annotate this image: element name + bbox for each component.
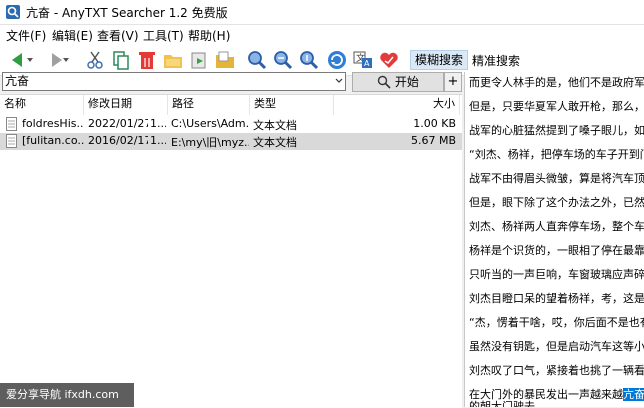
preview-line: 而更令人林手的是，他们不是政府军，甚 — [469, 76, 644, 89]
preview-line: 只听当的一声巨响，车窗玻璃应声碎成了 — [469, 268, 644, 281]
search-app-icon — [6, 5, 20, 19]
folder-open-icon[interactable] — [214, 49, 236, 71]
watermark: 爱分享导航 ifxdh.com — [0, 383, 134, 407]
zoom-in-icon[interactable] — [272, 49, 294, 71]
text-file-icon — [6, 134, 17, 148]
column-header-date[interactable]: 修改日期 — [84, 95, 168, 115]
preview-line: 刘杰目瞪口呆的望着杨祥，考，这是路虎 — [469, 292, 644, 305]
back-dropdown-icon[interactable] — [24, 49, 36, 71]
magnifier-icon — [377, 75, 391, 89]
column-header-path[interactable]: 路径 — [168, 95, 250, 115]
column-header-type[interactable]: 类型 — [250, 95, 334, 115]
column-header-name[interactable]: 名称 — [0, 95, 84, 115]
start-button-label: 开始 — [394, 75, 419, 89]
window-title: 亢奋 - AnyTXT Searcher 1.2 免费版 — [26, 6, 228, 20]
zoom-out-icon[interactable] — [298, 49, 320, 71]
column-header-size[interactable]: 大小 — [334, 95, 460, 115]
cut-icon[interactable] — [84, 49, 106, 71]
preview-line: 但是，眼下除了这个办法之外，已然再没 — [469, 196, 644, 209]
preview-line: 虽然没有钥匙，但是启动汽车这等小活儿 — [469, 340, 644, 353]
preview-line: 刘杰、杨祥两人直奔停车场，整个车库停 — [469, 220, 644, 233]
menu-edit[interactable]: 编辑(E) — [52, 27, 93, 44]
table-row-selected[interactable]: [fulitan.co... 2016/02/17 1... E:\my\旧\m… — [0, 133, 462, 150]
row-date: 2016/02/17 — [88, 134, 148, 147]
search-row: 亢奋 开始 + — [0, 72, 462, 92]
tab-exact-search[interactable]: 精准搜索 — [468, 52, 524, 70]
table-row[interactable]: foldresHis... 2022/01/27 1... C:\Users\A… — [0, 116, 462, 133]
row-size: 1.00 KB — [413, 117, 456, 130]
search-input[interactable]: 亢奋 — [2, 72, 346, 91]
start-search-button[interactable]: 开始 — [352, 72, 444, 92]
row-type: 文本文档 — [253, 136, 297, 149]
row-type: 文本文档 — [253, 119, 297, 132]
row-time: 1... — [150, 134, 166, 147]
search-highlight: 亢奋 — [623, 388, 644, 401]
heart-icon[interactable] — [378, 49, 400, 71]
row-path: E:\my\旧\myz... — [171, 136, 249, 149]
menu-tools[interactable]: 工具(T) — [143, 27, 184, 44]
row-name: foldresHis... — [22, 117, 84, 130]
preview-line: 杨祥是个识货的，一眼相了停在最靠边的 — [469, 244, 644, 257]
preview-line: “刘杰、杨祥，把停车场的车子开到门口 — [469, 148, 644, 161]
text-file-icon — [6, 117, 17, 131]
row-size: 5.67 MB — [410, 134, 456, 147]
menu-file[interactable]: 文件(F) — [6, 27, 46, 44]
preview-line: 的朝大门驶去。 — [469, 400, 546, 407]
row-name: [fulitan.co... — [22, 134, 84, 147]
delete-icon[interactable] — [136, 49, 158, 71]
zoom-search-icon[interactable] — [246, 49, 268, 71]
menu-help[interactable]: 帮助(H) — [188, 27, 230, 44]
refresh-icon[interactable] — [326, 49, 348, 71]
export-icon[interactable] — [188, 49, 210, 71]
svg-text:A: A — [364, 59, 370, 68]
row-time: 1... — [150, 117, 166, 130]
tab-fuzzy-search[interactable]: 模糊搜索 — [410, 50, 469, 70]
row-path: C:\Users\Adm... — [171, 117, 249, 130]
preview-line: 战军的心脏猛然提到了嗓子眼儿，如果大 — [469, 124, 644, 137]
preview-line: 战军不由得眉头微皱，算是将汽车顶在大 — [469, 172, 644, 185]
title-bar: 亢奋 - AnyTXT Searcher 1.2 免费版 — [0, 0, 644, 25]
menu-view[interactable]: 查看(V) — [97, 27, 139, 44]
copy-icon[interactable] — [110, 49, 132, 71]
forward-dropdown-icon[interactable] — [60, 49, 72, 71]
preview-line: 但是，只要华夏军人敢开枪，那么，事情 — [469, 100, 644, 113]
preview-line: “杰，愣着干啥，哎，你后面不是也有一 — [469, 316, 644, 329]
translate-icon[interactable]: 文A — [352, 49, 374, 71]
open-folder-icon[interactable] — [162, 49, 184, 71]
preview-line: 刘杰叹了口气，紧接着也挑了一辆看着较 — [469, 364, 644, 377]
row-date: 2022/01/27 — [88, 117, 148, 130]
preview-pane[interactable]: 而更令人林手的是，他们不是政府军，甚 但是，只要华夏军人敢开枪，那么，事情 战军… — [464, 72, 644, 407]
chevron-down-icon[interactable] — [334, 73, 344, 89]
add-search-button[interactable]: + — [444, 72, 462, 92]
result-list: 名称 修改日期 路径 类型 大小 foldresHis... 2022/01/2… — [0, 94, 462, 408]
menu-bar: 文件(F) 编辑(E) 查看(V) 工具(T) 帮助(H) — [0, 25, 644, 45]
